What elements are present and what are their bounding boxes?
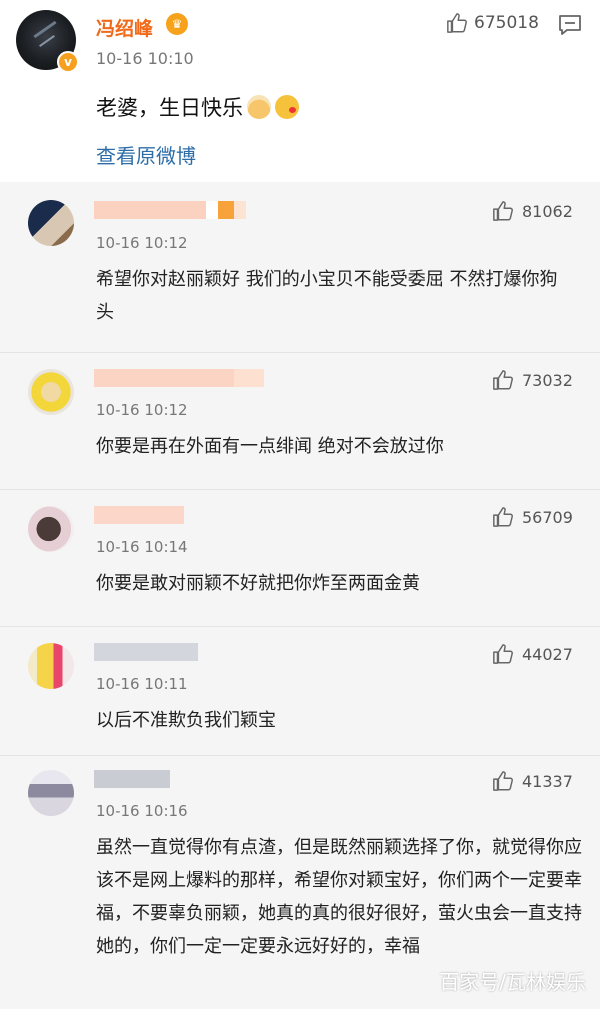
- commenter-avatar[interactable]: [28, 506, 74, 552]
- thumbs-up-icon: [493, 644, 513, 664]
- comment-time: 10-16 10:16: [96, 802, 188, 820]
- comment-time: 10-16 10:12: [96, 234, 188, 252]
- comment-item: 56709 10-16 10:14 你要是敢对丽颖不好就把你炸至两面金黄: [0, 490, 600, 627]
- commenter-avatar[interactable]: [28, 369, 74, 415]
- thumbs-up-icon: [493, 507, 513, 527]
- thumbs-up-icon: [493, 370, 513, 390]
- verified-badge-icon: v: [57, 51, 79, 73]
- comment-text: 希望你对赵丽颖好 我们的小宝贝不能受委屈 不然打爆你狗头: [96, 269, 558, 323]
- comment-time: 10-16 10:11: [96, 675, 188, 693]
- commenter-name-blurred[interactable]: [94, 201, 246, 219]
- thumbs-up-icon: [493, 771, 513, 791]
- post-time: 10-16 10:10: [96, 49, 194, 68]
- comment-like-count: 73032: [522, 370, 573, 390]
- comment-time: 10-16 10:12: [96, 401, 188, 419]
- comment-icon[interactable]: [558, 14, 582, 36]
- comment-list: 81062 10-16 10:12 希望你对赵丽颖好 我们的小宝贝不能受委屈 不…: [0, 182, 600, 1009]
- comment-like-count: 41337: [522, 771, 573, 791]
- commenter-name-blurred[interactable]: [94, 369, 264, 387]
- comment-text: 虽然一直觉得你有点渣，但是既然丽颖选择了你，就觉得你应该不是网上爆料的那样，希望…: [96, 837, 582, 957]
- comment-item: 73032 10-16 10:12 你要是再在外面有一点绯闻 绝对不会放过你: [0, 353, 600, 490]
- post-text-content: 老婆，生日快乐: [96, 96, 243, 120]
- comment-like-count: 44027: [522, 644, 573, 664]
- original-post: v 冯绍峰 ♛ 10-16 10:10 675018 老婆，生日快乐 查看原微博: [0, 0, 600, 182]
- comment-like-button[interactable]: 81062: [492, 200, 573, 222]
- post-like-count: 675018: [474, 13, 539, 33]
- kiss-face-emoji-icon: [275, 95, 299, 119]
- comment-time: 10-16 10:14: [96, 538, 188, 556]
- commenter-name-blurred[interactable]: [94, 643, 198, 661]
- thumbs-up-icon: [447, 13, 467, 33]
- comment-like-button[interactable]: 44027: [492, 643, 573, 665]
- vip-crown-icon: ♛: [166, 13, 188, 35]
- view-original-link[interactable]: 查看原微博: [96, 140, 196, 169]
- comment-text: 你要是敢对丽颖不好就把你炸至两面金黄: [96, 573, 420, 594]
- thumbs-up-icon: [493, 201, 513, 221]
- comment-like-button[interactable]: 41337: [492, 770, 573, 792]
- post-like-button[interactable]: 675018: [446, 12, 539, 34]
- commenter-avatar[interactable]: [28, 643, 74, 689]
- comment-item: 44027 10-16 10:11 以后不准欺负我们颖宝: [0, 627, 600, 756]
- commenter-avatar[interactable]: [28, 200, 74, 246]
- watermark: 百家号/瓦林娱乐: [439, 970, 586, 994]
- post-text: 老婆，生日快乐: [96, 92, 299, 122]
- commenter-avatar[interactable]: [28, 770, 74, 816]
- comment-text: 以后不准欺负我们颖宝: [96, 710, 276, 731]
- comment-item: 81062 10-16 10:12 希望你对赵丽颖好 我们的小宝贝不能受委屈 不…: [0, 182, 600, 353]
- commenter-name-blurred[interactable]: [94, 770, 170, 788]
- birthday-cake-emoji-icon: [247, 95, 271, 119]
- comment-like-count: 56709: [522, 507, 573, 527]
- comment-like-button[interactable]: 73032: [492, 369, 573, 391]
- comment-like-button[interactable]: 56709: [492, 506, 573, 528]
- comment-like-count: 81062: [522, 201, 573, 221]
- commenter-name-blurred[interactable]: [94, 506, 184, 524]
- comment-text: 你要是再在外面有一点绯闻 绝对不会放过你: [96, 436, 444, 457]
- author-name[interactable]: 冯绍峰: [96, 14, 153, 41]
